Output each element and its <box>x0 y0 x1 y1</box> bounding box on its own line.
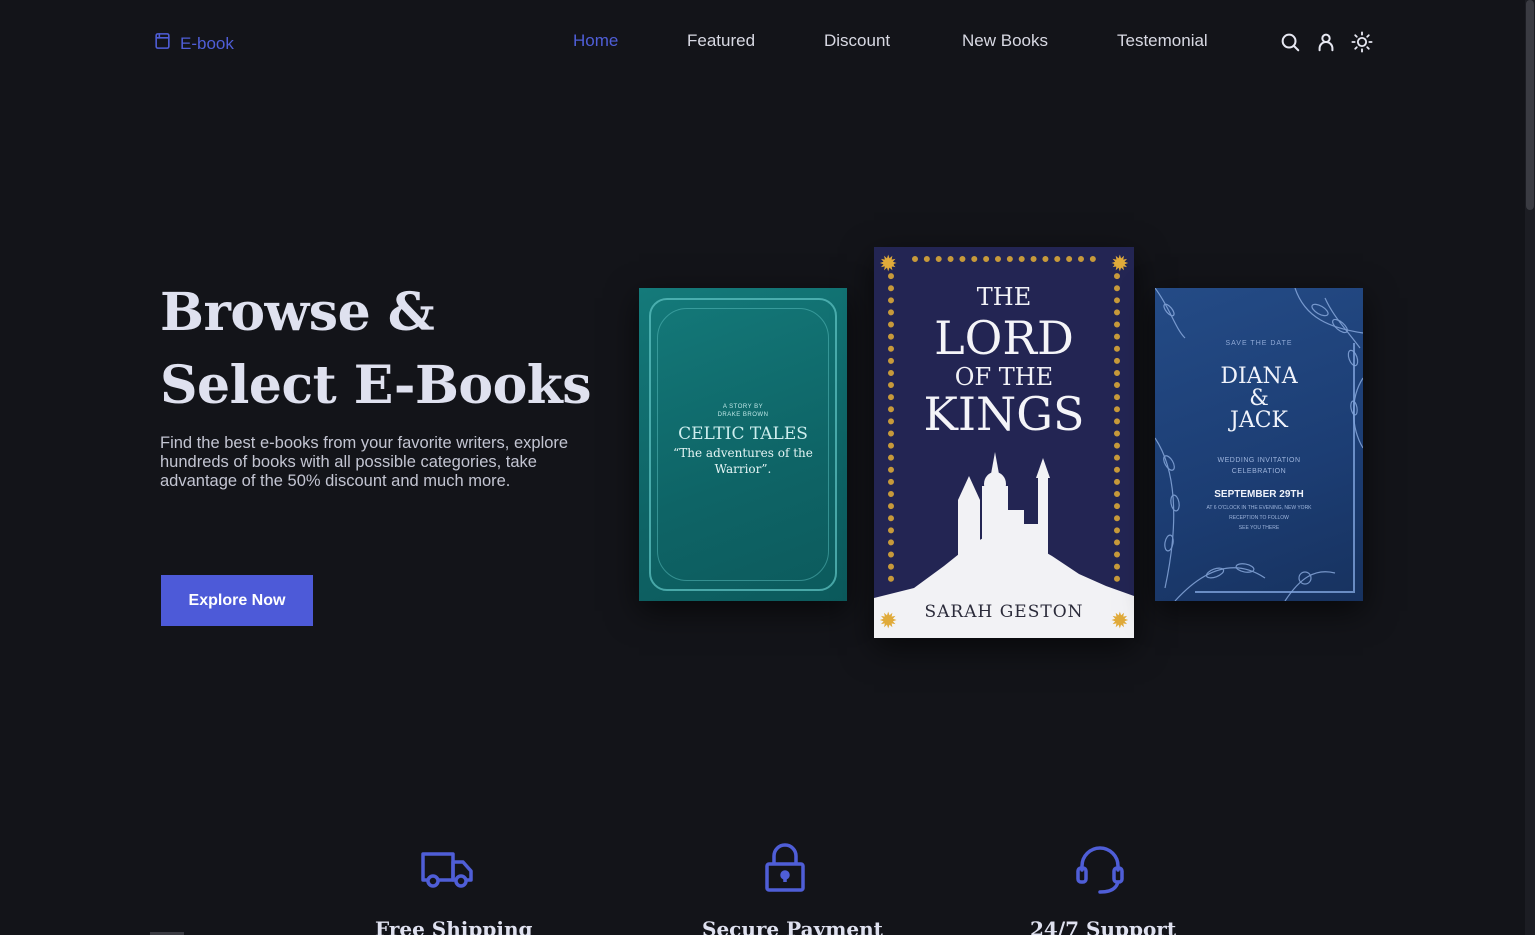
book-cover-diana-jack[interactable]: SAVE THE DATE DIANA & JACK WEDDING INVIT… <box>1155 288 1363 601</box>
book-cover-celtic-tales[interactable]: A STORY BY DRAKE BROWN CELTIC TALES “The… <box>639 288 847 601</box>
header: E-book Home Featured Discount New Books … <box>0 0 1525 84</box>
book-byline: A STORY BY DRAKE BROWN <box>639 403 847 419</box>
details-line: AT 6 O'CLOCK IN THE EVENING, NEW YORK <box>1206 505 1312 511</box>
invitation-details: AT 6 O'CLOCK IN THE EVENING, NEW YORK RE… <box>1185 503 1333 533</box>
book-author: SARAH GESTON <box>924 602 1084 622</box>
couple-names: DIANA & JACK <box>1155 366 1363 432</box>
scrollbar-thumb[interactable] <box>1526 0 1534 210</box>
wedding-date: SEPTEMBER 29TH <box>1214 489 1304 500</box>
nav-featured[interactable]: Featured <box>687 31 755 51</box>
book-title-the: THE <box>976 283 1032 311</box>
feature-support: 24/7 Support <box>1030 840 1177 935</box>
see-you-line: SEE YOU THERE <box>1238 525 1280 531</box>
hero-title: Browse & Select E-Books <box>160 276 620 422</box>
sun-icon[interactable] <box>1351 31 1373 53</box>
feature-secure-payment: Secure Payment <box>702 840 883 935</box>
feature-title: Secure Payment <box>702 917 883 935</box>
book-subtitle: “The adventures of the Warrior”. <box>673 446 813 476</box>
lock-icon <box>757 843 813 900</box>
byline-line1: A STORY BY <box>722 404 764 410</box>
sun-ornament-icon: ✹ <box>1110 251 1129 276</box>
gold-top-bar <box>912 256 1096 262</box>
wedding-invitation-label: WEDDING INVITATION <box>1217 457 1301 464</box>
book-title: CELTIC TALES <box>678 424 808 444</box>
nav-discount[interactable]: Discount <box>824 31 890 51</box>
sun-ornament-icon: ✹ <box>879 251 898 276</box>
explore-now-button[interactable]: Explore Now <box>161 575 313 626</box>
nav-testemonial[interactable]: Testemonial <box>1117 31 1208 51</box>
feature-title: Free Shipping <box>375 917 533 935</box>
hero-description: Find the best e-books from your favorite… <box>160 434 569 490</box>
user-icon[interactable] <box>1315 31 1337 53</box>
headset-icon <box>1072 846 1128 900</box>
scrollbar[interactable] <box>1525 0 1535 935</box>
nav-home[interactable]: Home <box>573 31 618 51</box>
save-the-date-text: SAVE THE DATE <box>1225 340 1293 347</box>
truck-icon <box>419 852 475 900</box>
hero-title-line1: Browse & <box>160 282 435 343</box>
celebration-label: CELEBRATION <box>1231 468 1287 475</box>
invitation-text: WEDDING INVITATION CELEBRATION <box>1155 455 1363 477</box>
feature-free-shipping: Free Shipping <box>375 840 533 935</box>
book-title-kings: KINGS <box>923 387 1085 441</box>
book-cover-lord-of-the-kings[interactable]: ✹ ✹ THE LORD OF THE KINGS ✹ ✹ SARAH GEST… <box>874 247 1134 638</box>
search-icon[interactable] <box>1279 31 1301 53</box>
byline-author: DRAKE BROWN <box>717 412 769 418</box>
hero-title-line2: Select E-Books <box>160 355 592 416</box>
reception-line: RECEPTION TO FOLLOW <box>1229 515 1289 521</box>
book-title-lord: LORD <box>934 311 1074 365</box>
nav-new-books[interactable]: New Books <box>962 31 1048 51</box>
name-jack: JACK <box>1230 408 1288 433</box>
feature-title: 24/7 Support <box>1030 917 1177 935</box>
